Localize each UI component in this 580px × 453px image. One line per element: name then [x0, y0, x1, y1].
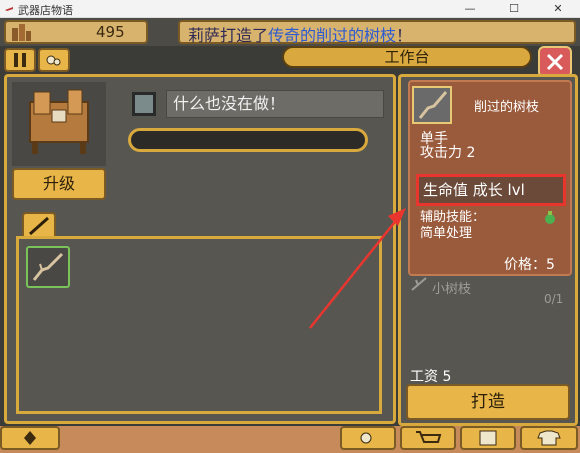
bottom-button-left[interactable]: [0, 426, 60, 450]
shirt-icon: [537, 430, 561, 446]
card-item-image: [412, 86, 452, 124]
material-name: 小树枝: [432, 282, 472, 297]
branch-icon: [32, 252, 64, 281]
craft-progress-bar: [128, 128, 368, 152]
item-attack: 攻击力 2: [420, 145, 476, 161]
app-icon: [5, 7, 13, 11]
upgrade-button[interactable]: 升级: [12, 168, 106, 200]
maximize-icon[interactable]: ☐: [492, 0, 536, 18]
item-slot-stick[interactable]: [26, 246, 70, 288]
status-checkbox: [132, 92, 156, 116]
bottom-button-ore[interactable]: [340, 426, 396, 450]
message-highlight: 传奇的削过的树枝: [268, 26, 397, 45]
cart-icon: [416, 431, 442, 443]
minimize-icon[interactable]: —: [448, 0, 492, 18]
money-value: 495: [96, 23, 125, 41]
scroll-icon: [479, 430, 497, 446]
item-price: 价格：5: [504, 257, 555, 273]
ore-icon: [360, 432, 372, 444]
stick-icon: [29, 216, 49, 236]
potion-icon: [545, 211, 555, 224]
twig-icon: [411, 277, 427, 291]
wage-label: 工资 5: [410, 369, 452, 385]
workbench-title: 工作台: [384, 48, 430, 66]
tab-ore-button[interactable]: [38, 48, 70, 72]
message-prefix: 莉萨打造了: [188, 26, 269, 45]
bottom-button-scroll[interactable]: [460, 426, 516, 450]
workbench-icon: [29, 89, 89, 154]
material-count: 0/1: [544, 292, 564, 306]
bottom-button-shirt[interactable]: [520, 426, 578, 450]
message-suffix: ！: [396, 26, 413, 45]
tab-pause-button[interactable]: [4, 48, 36, 72]
item-growth-stat: 生命值 成长 lvl: [416, 174, 566, 206]
close-window-icon[interactable]: ✕: [536, 0, 580, 18]
building-icon: [12, 24, 31, 41]
close-icon: [546, 53, 564, 71]
workbench-image: [12, 82, 106, 166]
item-list: [16, 236, 382, 414]
bottom-button-cart[interactable]: [400, 426, 456, 450]
sub-skill-value: 简单处理: [420, 226, 473, 241]
craft-button[interactable]: 打造: [406, 384, 570, 420]
window-title: 武器店物语: [18, 4, 73, 17]
ore-icon: [46, 55, 61, 66]
pause-icon: [14, 53, 26, 67]
branch-icon: [418, 91, 448, 119]
item-name: 削过的树枝: [474, 100, 540, 115]
status-text: 什么也没在做！: [166, 90, 384, 118]
compass-icon: [24, 431, 36, 445]
message-text: 莉萨打造了传奇的削过的树枝！: [188, 22, 412, 46]
